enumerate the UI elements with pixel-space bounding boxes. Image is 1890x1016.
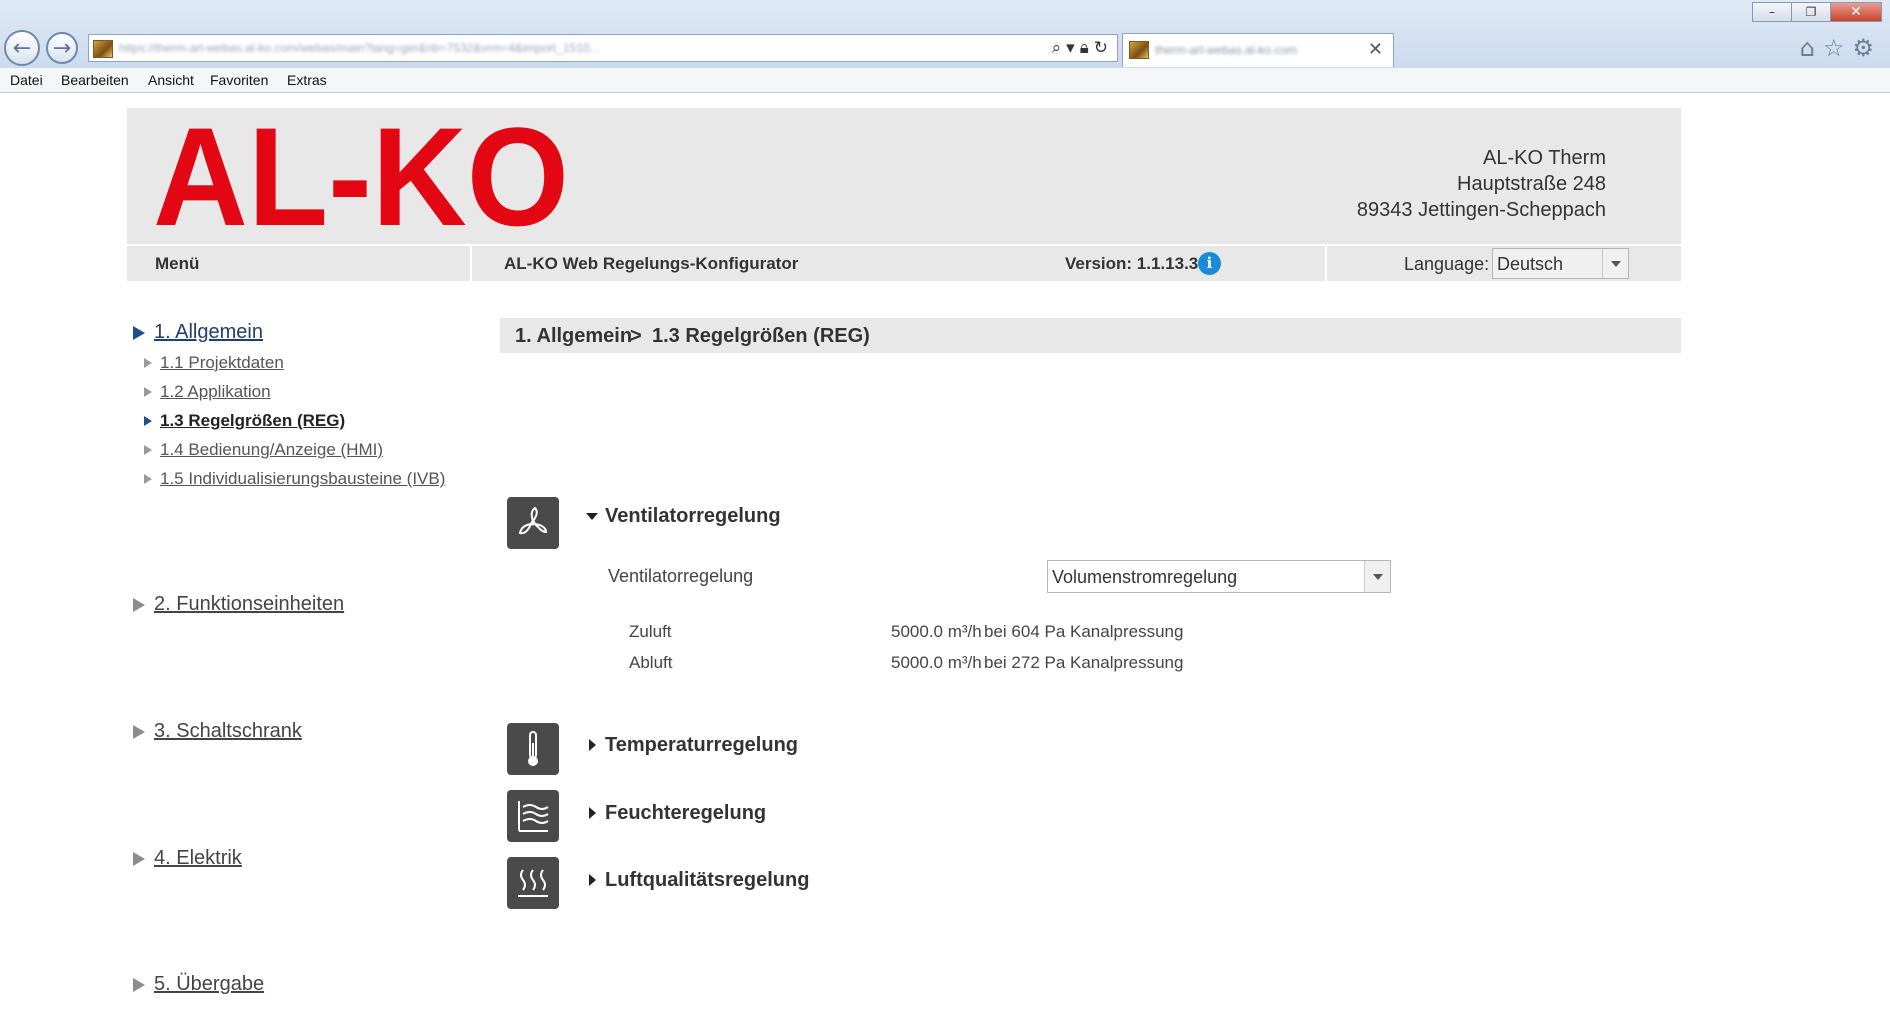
url-text: https://therm-arl-webas.al-ko.com/webas/… [119,41,600,55]
app-title: AL-KO Web Regelungs-Konfigurator [504,254,799,273]
triangle-right-icon [144,445,152,455]
company-address: AL-KO Therm Hauptstraße 248 89343 Jettin… [1357,145,1606,223]
close-window-button[interactable]: ✕ [1830,2,1882,22]
menu-datei[interactable]: Datei [10,72,43,88]
chevron-down-icon[interactable] [1364,561,1390,592]
tab-favicon-icon [1129,41,1149,59]
caret-down-icon [586,513,598,520]
abluft-pressure: bei 272 Pa Kanalpressung [984,653,1184,672]
menu-ansicht[interactable]: Ansicht [148,72,194,88]
nav-schaltschrank-label[interactable]: 3. Schaltschrank [154,720,302,743]
app-toolbar: Menü AL-KO Web Regelungs-Konfigurator Ve… [127,246,1681,281]
breadcrumb-part1: 1. Allgemein [515,325,633,347]
nav-projektdaten-label[interactable]: 1.1 Projektdaten [160,353,284,373]
nav-elektrik-label[interactable]: 4. Elektrik [154,847,242,870]
gear-icon[interactable]: ⚙ [1852,34,1882,62]
caret-right-icon [589,739,596,751]
ventilator-select-value: Volumenstromregelung [1052,567,1238,587]
refresh-icon[interactable]: ↻ [1094,38,1113,58]
alko-logo: AL-KO [153,122,569,228]
toolbar-divider [470,246,472,281]
humidity-icon [507,790,559,842]
address-bar[interactable]: https://therm-arl-webas.al-ko.com/webas/… [88,34,1118,62]
section-temperatur-title[interactable]: Temperaturregelung [605,734,798,757]
thermometer-icon [507,723,559,775]
company-city: 89343 Jettingen-Scheppach [1356,199,1606,221]
address-bar-icons[interactable]: ⌕▾🔒︎↻ [1052,38,1113,58]
window-controls: – ❐ ✕ [1752,2,1882,22]
dropdown-icon[interactable]: ▾ [1066,38,1080,58]
language-label: Language: [1404,254,1490,274]
triangle-right-icon [133,978,145,992]
chevron-down-icon[interactable] [1602,249,1628,278]
triangle-right-icon [133,725,145,739]
fan-icon [507,497,559,549]
triangle-right-icon [133,598,145,612]
triangle-right-icon [144,474,152,484]
caret-right-icon [589,807,596,819]
arrow-left-icon: ← [12,35,32,61]
site-favicon-icon [93,40,113,58]
caret-right-icon [589,874,596,886]
menu-label[interactable]: Menü [155,254,199,289]
nav-allgemein-label[interactable]: 1. Allgemein [154,321,263,344]
tab-close-icon[interactable]: ✕ [1368,39,1383,60]
triangle-right-icon [133,326,145,340]
triangle-right-icon [144,416,152,426]
ventilator-select[interactable]: Volumenstromregelung [1047,560,1391,593]
browser-menubar: Datei Bearbeiten Ansicht Favoriten Extra… [0,68,1890,93]
language-value: Deutsch [1497,254,1564,274]
breadcrumb-separator: > [630,325,642,347]
lock-icon: 🔒︎ [1079,38,1094,58]
tab-title: therm-arl-webas.al-ko.com [1155,43,1298,57]
nav-regelgroessen-label[interactable]: 1.3 Regelgrößen (REG) [160,411,345,431]
maximize-button[interactable]: ❐ [1791,2,1831,22]
nav-applikation-label[interactable]: 1.2 Applikation [160,382,271,402]
arrow-right-icon: → [52,35,72,61]
breadcrumb-part2: 1.3 Regelgrößen (REG) [652,325,870,347]
zuluft-pressure: bei 604 Pa Kanalpressung [984,622,1184,641]
triangle-right-icon [144,358,152,368]
zuluft-flow: 5000.0 m³/h [891,622,982,641]
toolbar-divider [1325,246,1327,281]
browser-tools: ⌂☆⚙ [1800,34,1882,62]
version-label: Version: 1.1.13.3 [1065,254,1199,273]
triangle-right-icon [144,387,152,397]
section-luftqualitaet-title[interactable]: Luftqualitätsregelung [605,869,809,892]
menu-extras[interactable]: Extras [287,72,327,88]
zuluft-label: Zuluft [629,622,672,641]
company-street: Hauptstraße 248 [1457,173,1606,195]
forward-button[interactable]: → [46,32,78,64]
minimize-button[interactable]: – [1752,2,1792,22]
browser-chrome: ← → https://therm-arl-webas.al-ko.com/we… [0,0,1890,68]
nav-bedienung-label[interactable]: 1.4 Bedienung/Anzeige (HMI) [160,440,383,460]
info-icon[interactable]: i [1198,252,1221,275]
abluft-label: Abluft [629,653,673,672]
triangle-right-icon [133,852,145,866]
section-feuchte-title[interactable]: Feuchteregelung [605,802,766,825]
air-quality-icon [507,857,559,909]
home-icon[interactable]: ⌂ [1800,34,1823,62]
search-icon[interactable]: ⌕ [1052,38,1067,58]
section-ventilator-title[interactable]: Ventilatorregelung [605,505,781,528]
ventilator-field-label: Ventilatorregelung [608,566,754,586]
nav-uebergabe-label[interactable]: 5. Übergabe [154,973,264,996]
breadcrumb: 1. Allgemein > 1.3 Regelgrößen (REG) [500,318,1681,353]
nav-funktionseinheiten-label[interactable]: 2. Funktionseinheiten [154,593,344,616]
company-name: AL-KO Therm [1483,147,1606,169]
nav-individualisierung-label[interactable]: 1.5 Individualisierungsbausteine (IVB) [160,469,445,489]
abluft-flow: 5000.0 m³/h [891,653,982,672]
back-button[interactable]: ← [4,30,40,66]
menu-bearbeiten[interactable]: Bearbeiten [61,72,129,88]
logo-text: AL-KO [153,122,569,228]
page-header: AL-KO AL-KO Therm Hauptstraße 248 89343 … [127,108,1681,244]
language-select[interactable]: Deutsch [1492,248,1629,279]
favorites-star-icon[interactable]: ☆ [1823,34,1853,62]
browser-tab[interactable]: therm-arl-webas.al-ko.com ✕ [1122,33,1394,67]
menu-favoriten[interactable]: Favoriten [210,72,268,88]
